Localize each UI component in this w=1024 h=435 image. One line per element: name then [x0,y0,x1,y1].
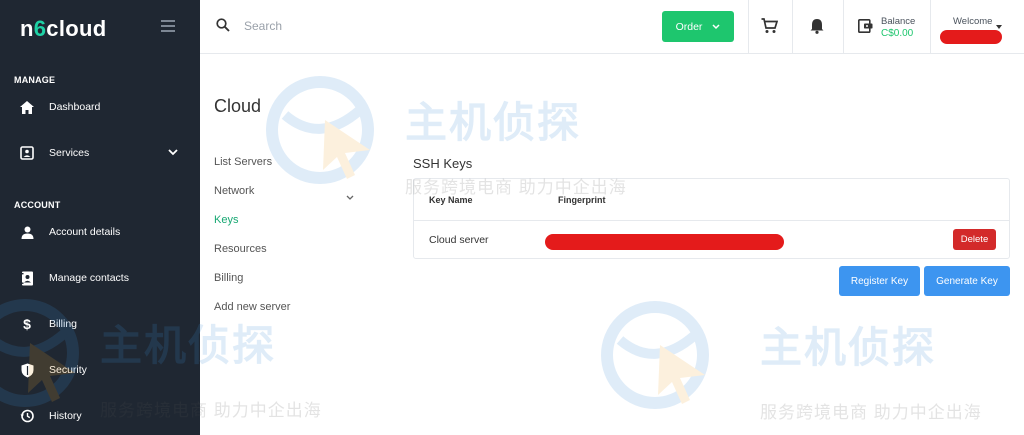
app-root: n6cloud MANAGE Dashboard Services ACCOUN… [0,0,1024,435]
username-redaction[interactable] [940,30,1002,44]
watermark: 主机侦探 服务跨境电商 助力中企出海 [600,300,981,425]
order-button[interactable]: Order [662,11,734,42]
search-icon[interactable] [216,18,230,37]
menu-toggle-icon[interactable] [161,20,175,32]
logo-text-1: n [20,16,34,41]
generate-key-button[interactable]: Generate Key [924,266,1010,296]
search-input[interactable] [244,14,444,38]
ssh-keys-title: SSH Keys [413,156,473,171]
dollar-icon: $ [23,316,31,332]
logo[interactable]: n6cloud [20,16,106,42]
section-label-manage: MANAGE [14,75,56,85]
watermark-globe-icon [266,76,374,184]
chevron-down-icon[interactable] [346,188,354,206]
watermark-globe-icon [601,301,709,409]
caret-down-icon[interactable] [996,25,1002,29]
section-label-account: ACCOUNT [14,200,61,210]
sidebar-item-label: Billing [49,318,78,330]
divider [748,0,749,54]
watermark-title: 主机侦探 [405,99,582,146]
divider [843,0,844,54]
register-key-button[interactable]: Register Key [839,266,920,296]
chevron-down-icon [712,21,720,33]
order-button-label: Order [675,20,703,33]
welcome-label: Welcome [953,16,993,27]
sidebar-item-history[interactable]: History [0,401,200,431]
subnav-resources[interactable]: Resources [214,243,267,255]
divider [930,0,931,54]
page-title: Cloud [214,96,262,116]
subnav-billing[interactable]: Billing [214,272,243,284]
sidebar: n6cloud MANAGE Dashboard Services ACCOUN… [0,0,200,435]
sidebar-item-dashboard[interactable]: Dashboard [0,92,200,122]
table-header: Key Name Fingerprint [414,179,1009,221]
watermark: 主机侦探 服务跨境电商 助力中企出海 [265,75,626,200]
sidebar-item-account-details[interactable]: Account details [0,217,200,247]
watermark-subtitle: 服务跨境电商 助力中企出海 [760,403,982,422]
sidebar-item-label: Manage contacts [49,272,129,284]
fingerprint-redaction [545,234,784,250]
bell-icon[interactable] [810,18,824,39]
logo-text-2: cloud [46,16,107,41]
divider [792,0,793,54]
cart-icon[interactable] [761,18,779,39]
balance-value: C$0.00 [881,28,914,39]
delete-key-button[interactable]: Delete [953,229,996,250]
services-icon [18,144,36,162]
history-icon [18,407,36,425]
wallet-icon [858,19,873,38]
column-header-key-name: Key Name [429,195,473,205]
contacts-icon [18,269,36,287]
subnav-add-new-server[interactable]: Add new server [214,301,290,313]
column-header-fingerprint: Fingerprint [558,195,606,205]
key-name-cell: Cloud server [429,234,489,246]
balance-label: Balance [881,16,916,27]
user-icon [18,223,36,241]
watermark-title: 主机侦探 [760,324,937,371]
sidebar-item-services[interactable]: Services [0,138,200,168]
sidebar-item-label: Services [49,147,90,159]
sidebar-item-security[interactable]: Security [0,355,200,385]
sidebar-item-label: History [49,410,82,422]
sidebar-item-label: Account details [49,226,121,238]
subnav-list-servers[interactable]: List Servers [214,156,272,168]
chevron-down-icon[interactable] [168,147,178,159]
home-icon [18,98,36,116]
sidebar-item-billing[interactable]: $ Billing [0,309,200,339]
logo-accent: 6 [33,16,47,41]
sidebar-item-label: Dashboard [49,101,101,113]
subnav-keys[interactable]: Keys [214,214,238,226]
ssh-keys-table: Key Name Fingerprint Cloud server Delete [413,178,1010,259]
sidebar-item-manage-contacts[interactable]: Manage contacts [0,263,200,293]
top-bar: Order Balance C$0.00 Welcome [200,0,1024,54]
shield-icon [18,361,36,379]
sidebar-item-label: Security [49,364,87,376]
subnav-network[interactable]: Network [214,185,254,197]
